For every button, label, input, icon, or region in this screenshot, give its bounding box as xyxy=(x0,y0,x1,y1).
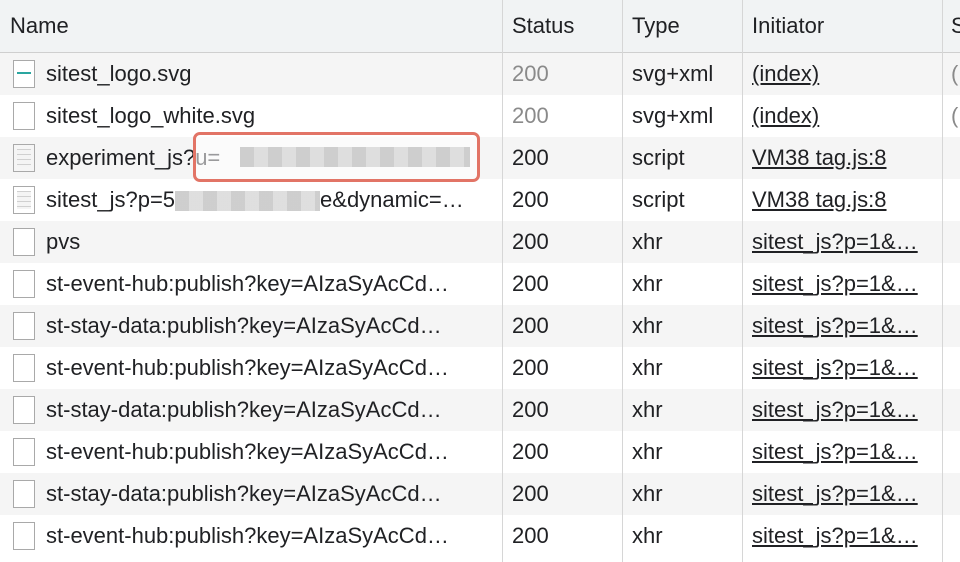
request-status: 200 xyxy=(512,355,549,380)
request-type: script xyxy=(632,145,685,170)
table-row[interactable]: st-stay-data:publish?key=AIzaSyAcCd… 200… xyxy=(0,473,960,515)
file-icon xyxy=(13,312,35,340)
request-name: st-stay-data:publish?key=AIzaSyAcCd… xyxy=(46,481,442,506)
initiator-link[interactable]: sitest_js?p=1&… xyxy=(752,221,938,263)
request-status: 200 xyxy=(512,229,549,254)
request-status: 200 xyxy=(512,397,549,422)
request-name: pvs xyxy=(46,229,81,254)
request-name: sitest_logo.svg xyxy=(46,61,192,86)
table-header: Name Status Type Initiator S xyxy=(0,0,960,53)
initiator-link[interactable]: (index) xyxy=(752,53,938,95)
network-request-table: Name Status Type Initiator S sitest_logo… xyxy=(0,0,960,562)
request-status: 200 xyxy=(512,481,549,506)
file-icon xyxy=(13,102,35,130)
initiator-link[interactable]: sitest_js?p=1&… xyxy=(752,347,938,389)
request-name: st-event-hub:publish?key=AIzaSyAcCd… xyxy=(46,271,449,296)
initiator-link[interactable]: sitest_js?p=1&… xyxy=(752,389,938,431)
redaction-highlight xyxy=(193,132,480,182)
table-row[interactable]: st-event-hub:publish?key=AIzaSyAcCd… 200… xyxy=(0,515,960,557)
table-row[interactable]: sitest_logo.svg 200 svg+xml (index) ( xyxy=(0,53,960,95)
table-row[interactable]: sitest_logo_white.svg 200 svg+xml (index… xyxy=(0,95,960,137)
request-name: st-event-hub:publish?key=AIzaSyAcCd… xyxy=(46,523,449,548)
file-icon xyxy=(13,354,35,382)
table-row[interactable]: sitest_js?p=5 e&dynamic=… 200 script VM38… xyxy=(0,179,960,221)
column-divider[interactable] xyxy=(742,0,743,562)
file-icon xyxy=(13,270,35,298)
request-type: script xyxy=(632,187,685,212)
initiator-link[interactable]: (index) xyxy=(752,95,938,137)
column-header-type[interactable]: Type xyxy=(623,0,743,52)
request-name: sitest_logo_white.svg xyxy=(46,103,256,128)
file-icon xyxy=(13,438,35,466)
column-header-status[interactable]: Status xyxy=(503,0,623,52)
column-header-name[interactable]: Name xyxy=(0,0,503,52)
table-row[interactable]: experiment_js?u= 200 script VM38 tag.js:… xyxy=(0,137,960,179)
request-type: svg+xml xyxy=(632,103,714,128)
initiator-link[interactable]: sitest_js?p=1&… xyxy=(752,515,938,557)
request-type: xhr xyxy=(632,271,663,296)
column-header-initiator[interactable]: Initiator xyxy=(743,0,943,52)
file-icon xyxy=(13,522,35,550)
column-divider[interactable] xyxy=(502,0,503,562)
request-name: sitest_js?p=5 e&dynamic=… xyxy=(46,179,496,221)
request-size: ( xyxy=(951,61,959,86)
column-header-size[interactable]: S xyxy=(943,0,960,52)
request-name: st-event-hub:publish?key=AIzaSyAcCd… xyxy=(46,439,449,464)
request-status: 200 xyxy=(512,523,549,548)
request-status: 200 xyxy=(512,61,549,86)
request-status: 200 xyxy=(512,271,549,296)
script-file-icon xyxy=(13,144,35,172)
file-icon xyxy=(13,480,35,508)
redacted-text xyxy=(175,191,321,212)
svg-image-icon xyxy=(13,60,35,88)
request-status: 200 xyxy=(512,103,549,128)
request-status: 200 xyxy=(512,145,549,170)
request-type: xhr xyxy=(632,523,663,548)
column-divider[interactable] xyxy=(622,0,623,562)
column-divider[interactable] xyxy=(942,0,943,562)
request-type: xhr xyxy=(632,439,663,464)
initiator-link[interactable]: VM38 tag.js:8 xyxy=(752,137,938,179)
request-name: st-stay-data:publish?key=AIzaSyAcCd… xyxy=(46,313,442,338)
request-type: xhr xyxy=(632,229,663,254)
request-name: st-stay-data:publish?key=AIzaSyAcCd… xyxy=(46,397,442,422)
table-row[interactable]: pvs 200 xhr sitest_js?p=1&… xyxy=(0,221,960,263)
table-row[interactable]: st-stay-data:publish?key=AIzaSyAcCd… 200… xyxy=(0,389,960,431)
request-name-prefix: sitest_js?p=5 xyxy=(46,187,176,212)
request-name-suffix: e&dynamic=… xyxy=(320,187,464,212)
request-type: svg+xml xyxy=(632,61,714,86)
initiator-link[interactable]: VM38 tag.js:8 xyxy=(752,179,938,221)
initiator-link[interactable]: sitest_js?p=1&… xyxy=(752,263,938,305)
file-icon xyxy=(13,396,35,424)
table-row[interactable]: st-event-hub:publish?key=AIzaSyAcCd… 200… xyxy=(0,431,960,473)
request-rows: sitest_logo.svg 200 svg+xml (index) ( si… xyxy=(0,53,960,557)
table-row[interactable]: st-stay-data:publish?key=AIzaSyAcCd… 200… xyxy=(0,305,960,347)
file-icon xyxy=(13,228,35,256)
initiator-link[interactable]: sitest_js?p=1&… xyxy=(752,473,938,515)
request-status: 200 xyxy=(512,187,549,212)
request-status: 200 xyxy=(512,313,549,338)
request-size: ( xyxy=(951,103,959,128)
initiator-link[interactable]: sitest_js?p=1&… xyxy=(752,305,938,347)
request-type: xhr xyxy=(632,481,663,506)
initiator-link[interactable]: sitest_js?p=1&… xyxy=(752,431,938,473)
request-type: xhr xyxy=(632,313,663,338)
table-row[interactable]: st-event-hub:publish?key=AIzaSyAcCd… 200… xyxy=(0,263,960,305)
request-type: xhr xyxy=(632,397,663,422)
request-type: xhr xyxy=(632,355,663,380)
redacted-text xyxy=(240,147,470,167)
table-row[interactable]: st-event-hub:publish?key=AIzaSyAcCd… 200… xyxy=(0,347,960,389)
request-name: st-event-hub:publish?key=AIzaSyAcCd… xyxy=(46,355,449,380)
request-status: 200 xyxy=(512,439,549,464)
script-file-icon xyxy=(13,186,35,214)
